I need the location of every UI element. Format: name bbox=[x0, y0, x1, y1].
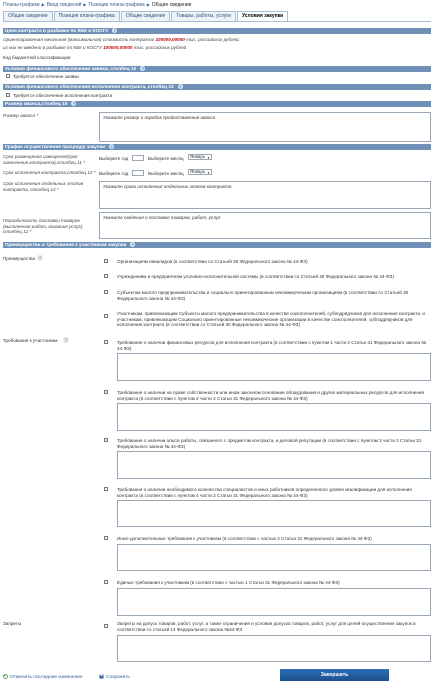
stages-textarea[interactable]: Укажите сроки исполнения отдельных этапо… bbox=[99, 181, 431, 209]
help-icon[interactable]: ? bbox=[63, 337, 69, 343]
notice-year-label: Выберите год bbox=[99, 156, 129, 161]
price-line-1: Ориентировочная начальная (максимальная)… bbox=[3, 37, 240, 42]
ban-textarea-1[interactable] bbox=[117, 635, 431, 662]
requirement-checkbox-6[interactable] bbox=[104, 580, 108, 584]
requirement-text-5: Иные дополнительные требования к участни… bbox=[117, 536, 372, 541]
price-total-value: 100000,00000 bbox=[155, 37, 185, 42]
help-icon[interactable]: ? bbox=[112, 28, 118, 33]
help-icon[interactable]: ? bbox=[37, 255, 43, 261]
help-icon[interactable]: ? bbox=[140, 66, 146, 71]
tab-purchase-conditions[interactable]: Условия закупки bbox=[236, 11, 289, 21]
advantage-checkbox-2[interactable] bbox=[104, 274, 108, 278]
breadcrumb-item-plans[interactable]: Планы-графики bbox=[3, 2, 40, 8]
breadcrumb-item-positions[interactable]: Позиции плана-графика bbox=[88, 2, 144, 8]
requirement-checkbox-4[interactable] bbox=[104, 487, 108, 491]
requirement-checkbox-3[interactable] bbox=[104, 438, 108, 442]
notice-year-input[interactable] bbox=[132, 155, 144, 161]
tab-plan-position[interactable]: Позиция плана-графика bbox=[53, 11, 120, 21]
bid-security-label: Требуется обеспечение заявки bbox=[13, 74, 79, 79]
bans-label: Запреты bbox=[3, 621, 22, 626]
contract-security-label: Требуется обеспечение исполнения контрак… bbox=[13, 93, 113, 98]
notice-month-select[interactable]: Январь ▼ bbox=[188, 154, 212, 160]
requirements-label: Требования к участникам bbox=[3, 338, 58, 343]
requirement-text-3: Требование о наличии опыта работы, связа… bbox=[117, 438, 422, 449]
ban-checkbox-1[interactable] bbox=[104, 624, 108, 628]
advantages-label: Преимущества bbox=[3, 256, 36, 261]
breadcrumb: Планы-графики ▶ Ввод сведений ▶ Позиции план… bbox=[3, 2, 191, 8]
section-header-advantages: Преимущества и требования к участникам з… bbox=[3, 242, 431, 248]
advance-textarea[interactable]: Укажите размер и порядок предоставления … bbox=[99, 112, 431, 142]
execution-month-select[interactable]: Январь ▼ bbox=[188, 169, 212, 175]
schedule-execution-label: Срок исполнения контракта,столбец 12 * bbox=[3, 170, 96, 175]
requirement-checkbox-1[interactable] bbox=[104, 340, 108, 344]
advantage-checkbox-1[interactable] bbox=[104, 259, 108, 263]
requirement-textarea-4[interactable] bbox=[117, 500, 431, 527]
chevron-down-icon: ▼ bbox=[207, 156, 210, 160]
chevron-down-icon: ▼ bbox=[207, 171, 210, 175]
contract-security-checkbox[interactable] bbox=[6, 93, 10, 97]
save-link[interactable]: Сохранить bbox=[99, 674, 130, 680]
requirement-checkbox-2[interactable] bbox=[104, 390, 108, 394]
undo-link[interactable]: Отменить последние изменения bbox=[3, 674, 83, 680]
requirement-text-6: Единые требования к участникам (в соотве… bbox=[117, 580, 340, 585]
help-icon[interactable]: ? bbox=[130, 242, 136, 247]
kbk-label: Код бюджетной классификации bbox=[3, 55, 71, 60]
help-icon[interactable]: ? bbox=[109, 144, 115, 149]
tab-divider bbox=[3, 21, 431, 22]
execution-year-label: Выберите год bbox=[99, 171, 129, 176]
save-icon bbox=[99, 674, 104, 679]
execution-year-input[interactable] bbox=[132, 170, 144, 176]
notice-month-label: Выберите месяц bbox=[148, 156, 184, 161]
breadcrumb-arrow-icon: ▶ bbox=[41, 2, 45, 7]
advance-label: Размер аванса * bbox=[3, 113, 38, 118]
section-header-advance: Размер аванса,столбец 10? bbox=[3, 101, 431, 107]
tab-goods-works[interactable]: Товары, работы, услуги bbox=[171, 11, 236, 21]
price-line-2: из них не введено в разбивке по КБК и КО… bbox=[3, 45, 187, 50]
help-icon[interactable]: ? bbox=[71, 101, 77, 106]
breadcrumb-current: Общие сведения bbox=[151, 2, 192, 8]
execution-month-label: Выберите месяц bbox=[148, 171, 184, 176]
tab-general-1[interactable]: Общие сведения bbox=[3, 11, 53, 21]
section-header-contract-security: Условия финансового обеспечения исполнен… bbox=[3, 84, 431, 90]
help-icon[interactable]: ? bbox=[177, 84, 183, 89]
schedule-periodicity-label: Периодичность поставки товаров (выполнен… bbox=[3, 218, 84, 234]
schedule-stages-label: Срок исполнения отдельных этапов контрак… bbox=[3, 181, 83, 192]
requirement-textarea-5[interactable] bbox=[117, 544, 431, 571]
breadcrumb-item-input[interactable]: Ввод сведений bbox=[47, 2, 82, 8]
undo-icon bbox=[3, 674, 8, 679]
schedule-notice-label: Срок размещения извещения(срок заключени… bbox=[3, 154, 85, 165]
section-header-bid-security: Условия финансового обеспечения заявки, … bbox=[3, 66, 431, 72]
finish-button[interactable]: Завершить bbox=[280, 669, 389, 681]
requirement-textarea-2[interactable] bbox=[117, 403, 431, 431]
advantage-text-3: Субъектам малого предпринимательства и с… bbox=[117, 290, 409, 301]
requirement-textarea-6[interactable] bbox=[117, 588, 431, 616]
ban-text-1: Запреты на допуск товаров, работ, услуг,… bbox=[117, 621, 416, 632]
advantage-checkbox-3[interactable] bbox=[104, 290, 108, 294]
requirement-text-2: Требование о наличии на праве собственно… bbox=[117, 390, 424, 401]
advantage-text-2: Учреждениям и предприятиям уголовно-испо… bbox=[117, 274, 394, 279]
price-unallocated-value: 100000,00000 bbox=[103, 45, 133, 50]
section-header-schedule: График осуществления процедур закупки? bbox=[3, 144, 431, 150]
advantage-text-4: Участникам, привлекающим Субъекты малого… bbox=[117, 311, 425, 327]
requirement-checkbox-5[interactable] bbox=[104, 536, 108, 540]
advantage-text-1: Организациям инвалидов (в соответствии с… bbox=[117, 259, 308, 264]
requirement-text-1: Требование о наличии финансовых ресурсов… bbox=[117, 340, 427, 351]
requirement-text-4: Требование о наличии необходимого количе… bbox=[117, 487, 412, 498]
advantage-checkbox-4[interactable] bbox=[104, 314, 108, 318]
breadcrumb-arrow-icon: ▶ bbox=[83, 2, 87, 7]
section-header-price: Цена контракта в разбивке по КБК и КОСГУ… bbox=[3, 28, 431, 34]
tab-bar: Общие сведения Позиция плана-графика Общ… bbox=[3, 11, 289, 21]
tab-general-2[interactable]: Общие сведения bbox=[120, 11, 171, 21]
requirement-textarea-3[interactable] bbox=[117, 451, 431, 479]
periodicity-textarea[interactable]: Укажите сведения о поставке товаров, раб… bbox=[99, 212, 431, 239]
requirement-textarea-1[interactable] bbox=[117, 353, 431, 381]
breadcrumb-arrow-icon: ▶ bbox=[146, 2, 150, 7]
bid-security-checkbox[interactable] bbox=[6, 74, 10, 78]
